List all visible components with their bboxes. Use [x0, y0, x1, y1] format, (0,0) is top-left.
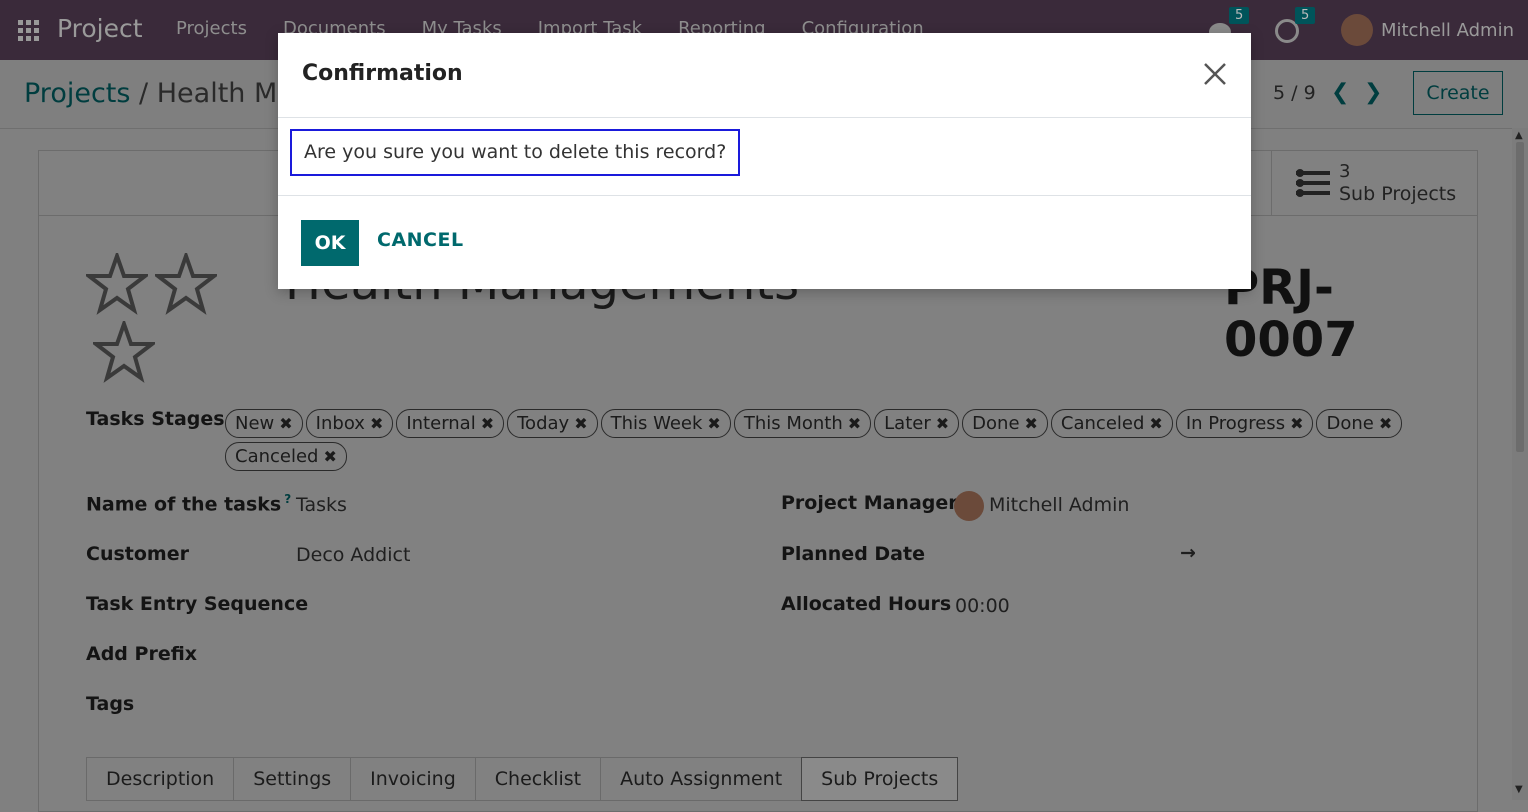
- stage-tag[interactable]: This Month ✖: [733, 409, 872, 438]
- tab-sub-projects[interactable]: Sub Projects: [801, 757, 959, 801]
- breadcrumb-current: Health Ma: [156, 78, 294, 109]
- remove-tag-icon[interactable]: ✖: [1149, 414, 1162, 433]
- priority-star-icon[interactable]: [93, 321, 155, 383]
- sub-projects-count: 3: [1339, 161, 1351, 182]
- stage-tag[interactable]: This Week ✖: [600, 409, 731, 438]
- messages-badge: 5: [1228, 7, 1250, 24]
- stage-tag[interactable]: Today ✖: [507, 409, 598, 438]
- menu-item-projects[interactable]: Projects: [176, 18, 247, 39]
- remove-tag-icon[interactable]: ✖: [323, 447, 336, 466]
- tab-checklist[interactable]: Checklist: [474, 757, 601, 801]
- pager-previous-icon[interactable]: ❮: [1331, 80, 1349, 105]
- remove-tag-icon[interactable]: ✖: [848, 414, 861, 433]
- stage-tag[interactable]: Later ✖: [874, 409, 960, 438]
- navbar-systray: 5 5 Mitchell Admin: [1208, 0, 1514, 60]
- priority-star-icon[interactable]: [155, 253, 217, 315]
- stage-tag[interactable]: Done ✖: [1316, 409, 1403, 438]
- pager-value[interactable]: 5 / 9: [1273, 82, 1316, 104]
- name-of-tasks-field[interactable]: Tasks: [296, 494, 347, 516]
- stage-tag[interactable]: Canceled ✖: [225, 442, 347, 471]
- create-button[interactable]: Create: [1413, 71, 1503, 115]
- remove-tag-icon[interactable]: ✖: [574, 414, 587, 433]
- remove-tag-icon[interactable]: ✖: [481, 414, 494, 433]
- activities-button[interactable]: 5: [1274, 7, 1316, 43]
- scroll-thumb[interactable]: [1516, 142, 1524, 452]
- remove-tag-icon[interactable]: ✖: [1379, 414, 1392, 433]
- breadcrumb: Projects / Health Ma: [24, 78, 294, 109]
- allocated-hours-field[interactable]: 00:00: [955, 595, 1010, 617]
- project-manager-field[interactable]: Mitchell Admin: [989, 494, 1129, 516]
- tab-auto-assignment[interactable]: Auto Assignment: [600, 757, 802, 801]
- cancel-button[interactable]: CANCEL: [377, 229, 464, 251]
- notebook-tabs: Description Settings Invoicing Checklist…: [86, 757, 959, 801]
- stage-tag[interactable]: In Progress ✖: [1175, 409, 1314, 438]
- allocated-hours-label: Allocated Hours: [781, 593, 952, 615]
- pager-next-icon[interactable]: ❯: [1364, 80, 1382, 105]
- manager-avatar: [954, 491, 984, 521]
- stage-tag[interactable]: Inbox ✖: [305, 409, 394, 438]
- planned-date-label: Planned Date: [781, 543, 925, 565]
- dialog-body: Are you sure you want to delete this rec…: [278, 118, 1251, 196]
- customer-field[interactable]: Deco Addict: [296, 544, 410, 566]
- app-brand[interactable]: Project: [57, 14, 143, 43]
- page-scrollbar[interactable]: ▲ ▼: [1512, 128, 1528, 800]
- stage-tag[interactable]: Internal ✖: [396, 409, 505, 438]
- customer-label: Customer: [86, 543, 189, 565]
- project-manager-label: Project Manager: [781, 492, 958, 514]
- list-icon: [1296, 169, 1330, 197]
- sub-projects-label: Sub Projects: [1339, 183, 1457, 205]
- scroll-up-icon[interactable]: ▲: [1515, 130, 1523, 141]
- dialog-title: Confirmation: [302, 61, 463, 86]
- remove-tag-icon[interactable]: ✖: [936, 414, 949, 433]
- help-tooltip-icon[interactable]: ?: [284, 492, 291, 506]
- remove-tag-icon[interactable]: ✖: [707, 414, 720, 433]
- breadcrumb-projects[interactable]: Projects: [24, 78, 130, 109]
- breadcrumb-separator: /: [139, 78, 149, 109]
- close-icon[interactable]: [1202, 61, 1228, 87]
- dialog-header: Confirmation: [278, 33, 1251, 118]
- priority-star-icon[interactable]: [86, 253, 148, 315]
- remove-tag-icon[interactable]: ✖: [279, 414, 292, 433]
- confirmation-dialog: Confirmation Are you sure you want to de…: [278, 33, 1251, 289]
- date-range-arrow-icon: →: [1180, 542, 1196, 564]
- task-entry-sequence-label: Task Entry Sequence: [86, 593, 309, 615]
- sub-projects-smart-button[interactable]: 3 Sub Projects: [1271, 151, 1478, 215]
- tasks-stages-label: Tasks Stages: [86, 408, 225, 430]
- name-of-tasks-label: Name of the tasks?: [86, 492, 292, 516]
- apps-menu-icon[interactable]: [18, 20, 39, 41]
- tab-settings[interactable]: Settings: [233, 757, 351, 801]
- stage-tag[interactable]: New ✖: [225, 409, 303, 438]
- remove-tag-icon[interactable]: ✖: [370, 414, 383, 433]
- user-avatar[interactable]: [1340, 14, 1373, 46]
- tab-description[interactable]: Description: [86, 757, 234, 801]
- stage-tag[interactable]: Done ✖: [962, 409, 1048, 438]
- scroll-down-icon[interactable]: ▼: [1515, 784, 1523, 795]
- tasks-stages-tags[interactable]: New ✖ Inbox ✖ Internal ✖ Today ✖ This Week ✖ …: [225, 409, 1405, 471]
- dialog-message: Are you sure you want to delete this rec…: [290, 129, 741, 176]
- add-prefix-label: Add Prefix: [86, 643, 198, 665]
- remove-tag-icon[interactable]: ✖: [1025, 414, 1038, 433]
- remove-tag-icon[interactable]: ✖: [1290, 414, 1303, 433]
- stage-tag[interactable]: Canceled ✖: [1050, 409, 1173, 438]
- activities-badge: 5: [1294, 7, 1316, 24]
- ok-button[interactable]: OK: [301, 220, 359, 266]
- tags-label: Tags: [86, 693, 135, 715]
- tab-invoicing[interactable]: Invoicing: [350, 757, 475, 801]
- user-menu[interactable]: Mitchell Admin: [1381, 20, 1514, 41]
